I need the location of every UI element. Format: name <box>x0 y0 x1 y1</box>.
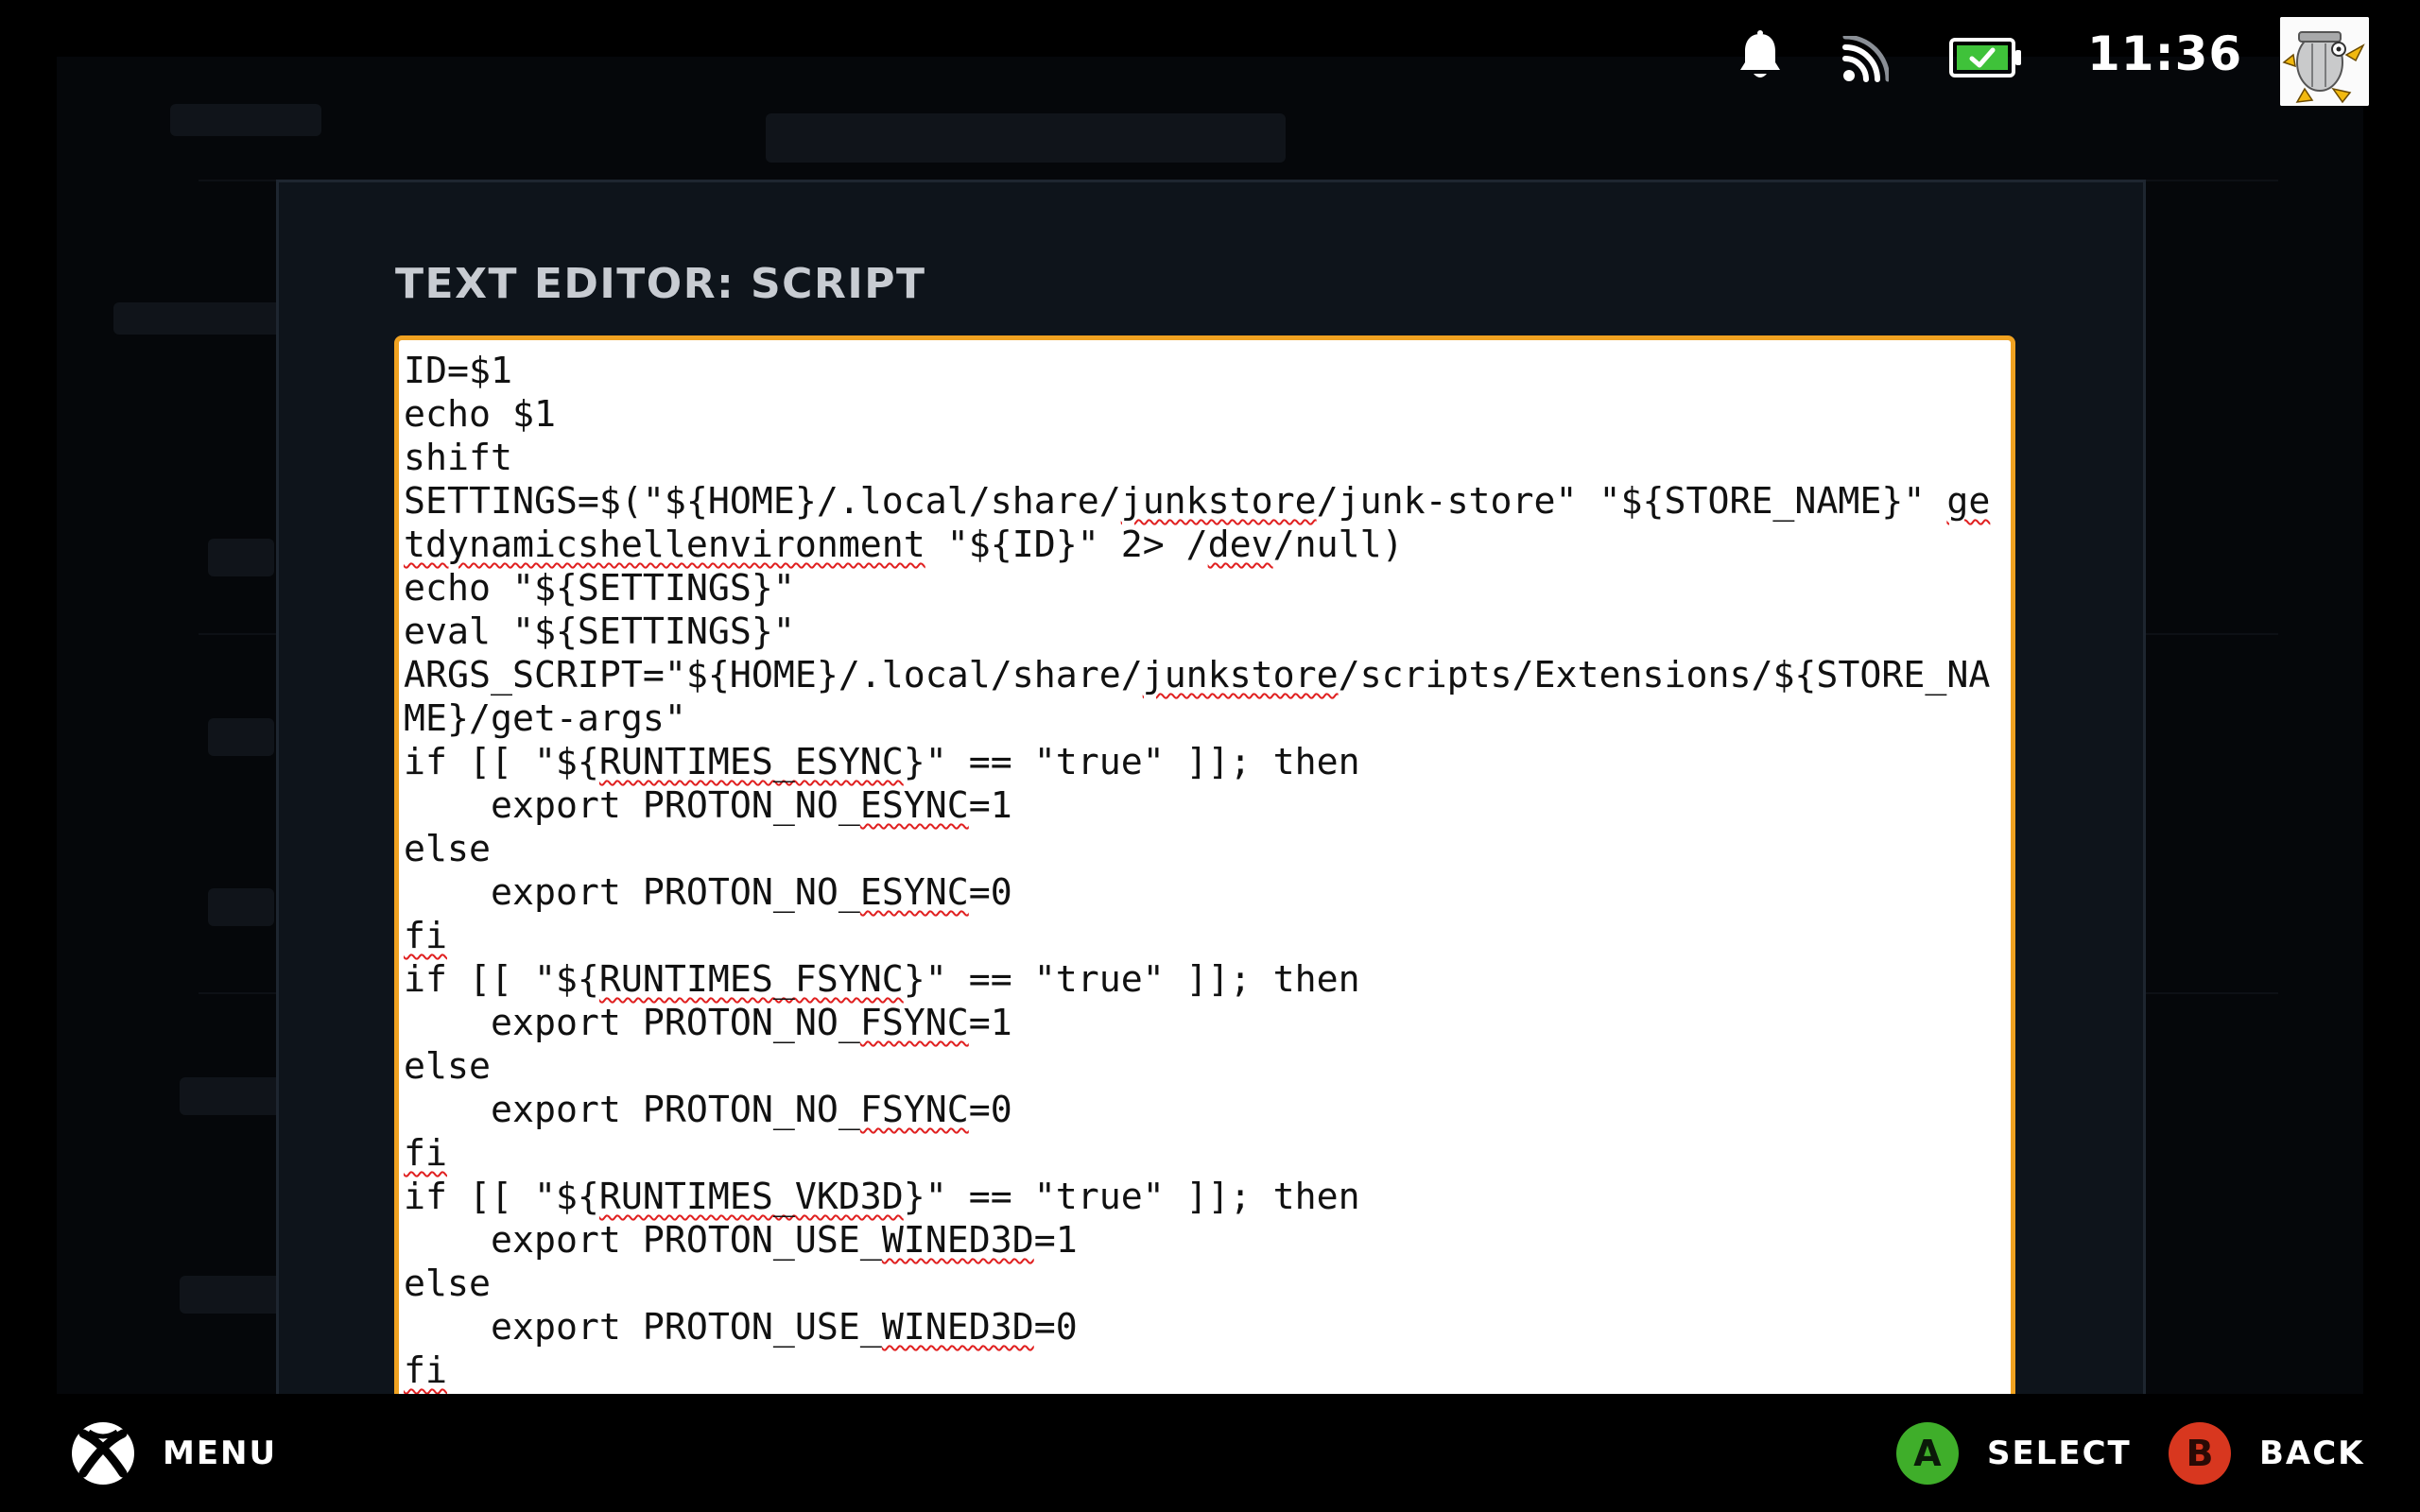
background-placeholder <box>208 539 274 576</box>
code-token: }" == "true" ]]; then <box>903 742 1360 783</box>
code-line: export PROTON_USE_WINED3D=0 <box>404 1306 2011 1349</box>
code-token: echo "${SETTINGS}" <box>404 568 795 610</box>
code-token: if [[ "${ <box>404 959 599 1001</box>
code-token: =1 <box>968 1003 1012 1044</box>
code-line: else <box>404 1263 2011 1306</box>
code-token: FSYNC <box>859 1003 969 1044</box>
code-token: =0 <box>968 872 1012 914</box>
code-token: export PROTON_NO_ <box>404 785 860 827</box>
code-line: ARGS_SCRIPT="${HOME}/.local/share/junkst… <box>404 654 2011 741</box>
code-token: =0 <box>968 1090 1012 1131</box>
background-placeholder <box>170 104 321 136</box>
code-token: echo $1 <box>404 394 556 436</box>
code-token: eval "${SETTINGS}" <box>404 611 795 653</box>
code-token: dev <box>1207 524 1273 566</box>
code-line: fi <box>404 1132 2011 1176</box>
code-line: else <box>404 828 2011 871</box>
code-line: SETTINGS=$("${HOME}/.local/share/junksto… <box>404 480 2011 567</box>
menu-button[interactable]: MENU <box>70 1394 277 1512</box>
code-token: /junk-store" "${STORE_NAME}" <box>1316 481 1947 523</box>
code-token: }" == "true" ]]; then <box>903 959 1360 1001</box>
xbox-icon <box>70 1420 136 1486</box>
code-token: export PROTON_NO_ <box>404 1090 860 1131</box>
code-token: export PROTON_USE_ <box>404 1220 882 1262</box>
background-placeholder <box>208 888 274 926</box>
code-token: else <box>404 829 491 870</box>
background-placeholder <box>113 302 284 335</box>
code-token: fi <box>404 1350 447 1392</box>
code-token: RUNTIMES_FSYNC <box>598 959 904 1001</box>
user-avatar[interactable] <box>2280 17 2369 106</box>
code-token: SETTINGS=$("${HOME}/.local/share/ <box>404 481 1121 523</box>
code-token: WINED3D <box>881 1220 1034 1262</box>
code-token: fi <box>404 916 447 957</box>
code-token: junkstore <box>1142 655 1339 696</box>
b-button-icon: B <box>2169 1421 2231 1485</box>
code-line: eval "${SETTINGS}" <box>404 610 2011 654</box>
code-token: if [[ "${ <box>404 742 599 783</box>
code-line: export PROTON_NO_FSYNC=0 <box>404 1089 2011 1132</box>
background-placeholder <box>766 113 1286 163</box>
code-token: else <box>404 1046 491 1088</box>
background-placeholder <box>180 1276 284 1314</box>
code-line: else <box>404 1045 2011 1089</box>
a-button-icon: A <box>1896 1421 1959 1485</box>
code-line: shift <box>404 437 2011 480</box>
code-line: if [[ "${RUNTIMES_ESYNC}" == "true" ]]; … <box>404 741 2011 784</box>
code-token: shift <box>404 438 512 479</box>
code-line: if [[ "${RUNTIMES_FSYNC}" == "true" ]]; … <box>404 958 2011 1002</box>
script-editor-textarea[interactable]: ID=$1 echo $1 shift SETTINGS=$("${HOME}/.lo… <box>394 335 2015 1469</box>
code-token: /null) <box>1272 524 1404 566</box>
back-button[interactable]: B BACK <box>2169 1394 2365 1512</box>
background-placeholder <box>180 1077 284 1115</box>
modal-title: TEXT EDITOR: SCRIPT <box>395 260 926 308</box>
code-line: fi <box>404 1349 2011 1393</box>
code-line: export PROTON_USE_WINED3D=1 <box>404 1219 2011 1263</box>
code-line: echo $1 <box>404 393 2011 437</box>
battery-charging-icon <box>1949 38 2023 81</box>
code-line: export PROTON_NO_FSYNC=1 <box>404 1002 2011 1045</box>
code-line: fi <box>404 915 2011 958</box>
code-line: export PROTON_NO_ESYNC=0 <box>404 871 2011 915</box>
back-label: BACK <box>2259 1434 2365 1472</box>
select-button[interactable]: A SELECT <box>1896 1394 2132 1512</box>
code-token: ID=$1 <box>404 351 512 392</box>
code-token: =1 <box>1033 1220 1078 1262</box>
wifi-icon[interactable] <box>1841 34 1891 87</box>
code-token: RUNTIMES_ESYNC <box>598 742 904 783</box>
code-token: ARGS_SCRIPT="${HOME}/.local/share/ <box>404 655 1143 696</box>
code-token: junkstore <box>1120 481 1317 523</box>
code-token: "${ID}" 2> / <box>925 524 1208 566</box>
clock: 11:36 <box>2087 26 2243 81</box>
code-token: export PROTON_NO_ <box>404 1003 860 1044</box>
background-placeholder <box>208 718 274 756</box>
code-line: ID=$1 <box>404 350 2011 393</box>
code-line: if [[ "${RUNTIMES_VKD3D}" == "true" ]]; … <box>404 1176 2011 1219</box>
code-token: }" == "true" ]]; then <box>903 1177 1360 1218</box>
notification-bell-icon[interactable] <box>1737 30 1783 87</box>
code-token: RUNTIMES_VKD3D <box>598 1177 904 1218</box>
code-line: export PROTON_NO_ESYNC=1 <box>404 784 2011 828</box>
code-token: export PROTON_NO_ <box>404 872 860 914</box>
code-token: export PROTON_USE_ <box>404 1307 882 1349</box>
code-token: fi <box>404 1133 447 1175</box>
code-token: if [[ "${ <box>404 1177 599 1218</box>
code-token: FSYNC <box>859 1090 969 1131</box>
bottom-controls-bar: MENU A SELECT B BACK <box>0 1394 2420 1512</box>
select-label: SELECT <box>1987 1434 2132 1472</box>
code-token: WINED3D <box>881 1307 1034 1349</box>
code-token: ESYNC <box>859 785 969 827</box>
code-token: =0 <box>1033 1307 1078 1349</box>
code-line: echo "${SETTINGS}" <box>404 567 2011 610</box>
code-token: =1 <box>968 785 1012 827</box>
script-code[interactable]: ID=$1 echo $1 shift SETTINGS=$("${HOME}/.lo… <box>404 350 2011 1393</box>
code-token: else <box>404 1263 491 1305</box>
menu-label: MENU <box>163 1434 278 1472</box>
code-token: ESYNC <box>859 872 969 914</box>
text-editor-modal: TEXT EDITOR: SCRIPT ID=$1 echo $1 shift SET… <box>276 180 2146 1469</box>
